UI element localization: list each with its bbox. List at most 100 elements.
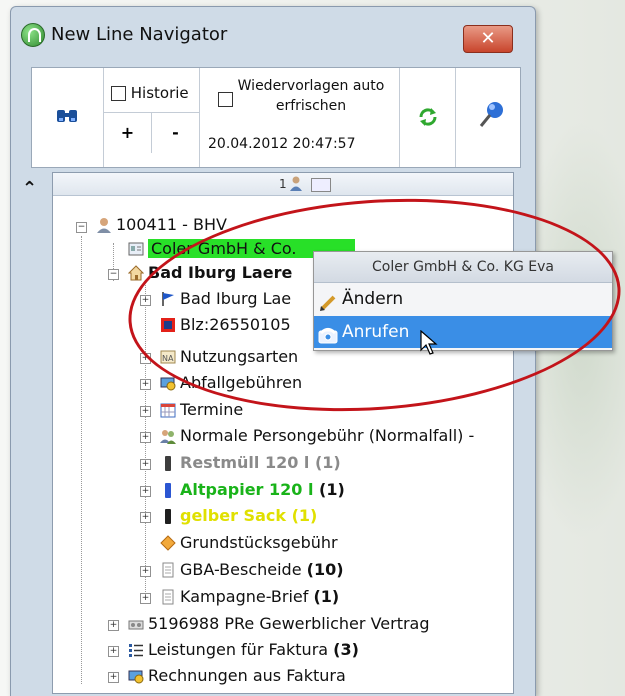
collapse-toggle[interactable]: − <box>108 269 119 280</box>
tree-node-root[interactable]: 100411 - BHV <box>96 214 227 236</box>
tree-node-count: (1) <box>313 587 340 606</box>
contract-icon <box>128 616 144 632</box>
menu-item-anrufen[interactable]: Anrufen <box>314 316 612 348</box>
money-icon <box>128 668 144 684</box>
refresh-button[interactable] <box>400 68 456 167</box>
tree-node-label: Leistungen für Faktura <box>148 640 329 659</box>
expand-toggle[interactable]: + <box>140 406 151 417</box>
contact-card-icon <box>128 241 144 257</box>
house-icon <box>127 264 145 281</box>
tree-node-label: Abfallgebühren <box>180 373 303 392</box>
tree-node-altpapier[interactable]: Altpapier 120 l (1) <box>160 479 345 501</box>
expand-toggle[interactable]: + <box>140 566 151 577</box>
list-icon <box>128 642 144 658</box>
tree-node-label: 100411 - BHV <box>116 215 227 234</box>
tree-header-number: 1 <box>279 177 287 191</box>
tree-node-gelber-sack[interactable]: gelber Sack (1) <box>160 505 317 527</box>
expand-toggle[interactable]: + <box>140 512 151 523</box>
tree-node-label: Altpapier 120 l <box>180 480 314 499</box>
refresh-icon <box>417 106 439 134</box>
wiedervorlagen-checkbox[interactable] <box>218 92 233 107</box>
person-icon <box>96 217 112 233</box>
tree-node-gewerblich[interactable]: 5196988 PRe Gewerblicher Vertrag <box>128 613 430 635</box>
window-title: New Line Navigator <box>51 24 228 45</box>
expand-toggle[interactable]: + <box>140 486 151 497</box>
historie-checkbox[interactable]: Historie <box>111 84 189 102</box>
expand-toggle[interactable]: + <box>140 432 151 443</box>
plus-button[interactable]: + <box>104 113 152 153</box>
tree-node-kampagne[interactable]: Kampagne-Brief (1) <box>160 586 339 608</box>
tree-node-personengebuehr[interactable]: Normale Persongebühr (Normalfall) - <box>160 425 474 447</box>
expand-toggle[interactable]: + <box>140 295 151 306</box>
tree-node-label: Bad Iburg Laere <box>148 263 293 282</box>
wiedervorlagen-group: Wiedervorlagen auto erfrischen 20.04.201… <box>200 68 400 167</box>
collapse-toggle[interactable]: − <box>76 222 87 233</box>
menu-item-aendern[interactable]: Ändern <box>314 283 612 315</box>
minus-button[interactable]: - <box>152 113 199 153</box>
tree-node-label: gelber Sack <box>180 506 286 525</box>
bank-card-icon <box>160 317 176 333</box>
expand-toggle[interactable]: + <box>108 646 119 657</box>
trash-bin-black-icon <box>160 508 176 524</box>
context-menu: Coler GmbH & Co. KG Eva Ändern Anrufen <box>313 251 613 351</box>
expand-toggle[interactable]: + <box>140 379 151 390</box>
diamond-icon <box>160 534 176 551</box>
tree-node-label: Kampagne-Brief <box>180 587 309 606</box>
tree-node-gba[interactable]: GBA-Bescheide (10) <box>160 559 344 581</box>
tree-line <box>81 236 82 684</box>
expand-toggle[interactable]: + <box>140 459 151 470</box>
tree-node-label: Grundstücksgebühr <box>180 533 338 552</box>
tree-node-nutzungsarten[interactable]: NA Nutzungsarten <box>160 346 298 368</box>
tree-node-label: Normale Persongebühr (Normalfall) - <box>180 426 475 445</box>
tree-node-rechnungen[interactable]: Rechnungen aus Faktura <box>128 665 346 687</box>
tree-node-label: GBA-Bescheide <box>180 560 302 579</box>
tree-node-count: (1) <box>314 453 341 472</box>
tree-node-count: (1) <box>319 480 345 499</box>
calendar-icon <box>160 402 176 418</box>
document-icon <box>160 562 176 578</box>
app-globe-icon <box>21 23 45 47</box>
card-icon <box>311 178 331 192</box>
tree-node-restmuell[interactable]: Restmüll 120 l (1) <box>160 452 341 474</box>
last-refresh-datetime: 20.04.2012 20:47:57 <box>208 136 356 152</box>
trash-bin-blue-icon <box>160 482 176 498</box>
user-icon <box>289 175 303 191</box>
wiedervorlagen-label: Wiedervorlagen auto erfrischen <box>237 78 385 114</box>
title-bar[interactable]: New Line Navigator ✕ <box>11 7 535 53</box>
tree-node-label: 5196988 PRe Gewerblicher Vertrag <box>148 614 430 633</box>
menu-item-label: Anrufen <box>342 322 410 342</box>
expand-toggle[interactable]: + <box>140 353 151 364</box>
expand-toggle[interactable]: + <box>108 620 119 631</box>
historie-group: Historie + - <box>104 68 200 167</box>
search-button[interactable] <box>32 68 104 167</box>
menu-item-label: Ändern <box>342 289 404 309</box>
tree-node-grundstueck[interactable]: Grundstücksgebühr <box>160 532 338 554</box>
document-icon <box>160 589 176 605</box>
historie-label: Historie <box>130 84 189 102</box>
svg-text:NA: NA <box>162 354 174 363</box>
tree-node-label: Bad Iburg Lae <box>180 289 292 308</box>
binoculars-icon <box>56 107 78 130</box>
tree-node-label: Restmüll 120 l <box>180 453 310 472</box>
expand-toggle[interactable]: + <box>108 672 119 683</box>
tree-node-label: Nutzungsarten <box>180 347 299 366</box>
toolbar: Historie + - Wiedervorlagen auto erfrisc… <box>31 67 521 168</box>
trash-bin-gray-icon <box>160 455 176 471</box>
collapse-up-icon[interactable]: ⌃ <box>22 178 37 199</box>
pushpin-icon <box>476 100 503 127</box>
tree-node-abfallgebuehren[interactable]: Abfallgebühren <box>160 372 302 394</box>
pin-button[interactable] <box>456 68 520 167</box>
expand-toggle[interactable]: + <box>140 593 151 604</box>
na-icon: NA <box>160 349 176 365</box>
close-button[interactable]: ✕ <box>463 25 513 53</box>
historie-checkbox-box[interactable] <box>111 86 126 101</box>
tree-node-label: Termine <box>180 400 244 419</box>
tree-node-bad-iburg[interactable]: Bad Iburg Laere <box>127 262 293 284</box>
tree-node-termine[interactable]: Termine <box>160 399 243 421</box>
tree-node-bad-iburg-sub[interactable]: Bad Iburg Lae <box>160 288 291 310</box>
tree-node-count: (3) <box>333 640 359 659</box>
tree-node-blz[interactable]: Blz:26550105 <box>160 314 291 336</box>
tree-node-count: (1) <box>291 506 318 525</box>
flag-icon <box>160 291 176 307</box>
tree-node-leistungen[interactable]: Leistungen für Faktura (3) <box>128 639 359 661</box>
